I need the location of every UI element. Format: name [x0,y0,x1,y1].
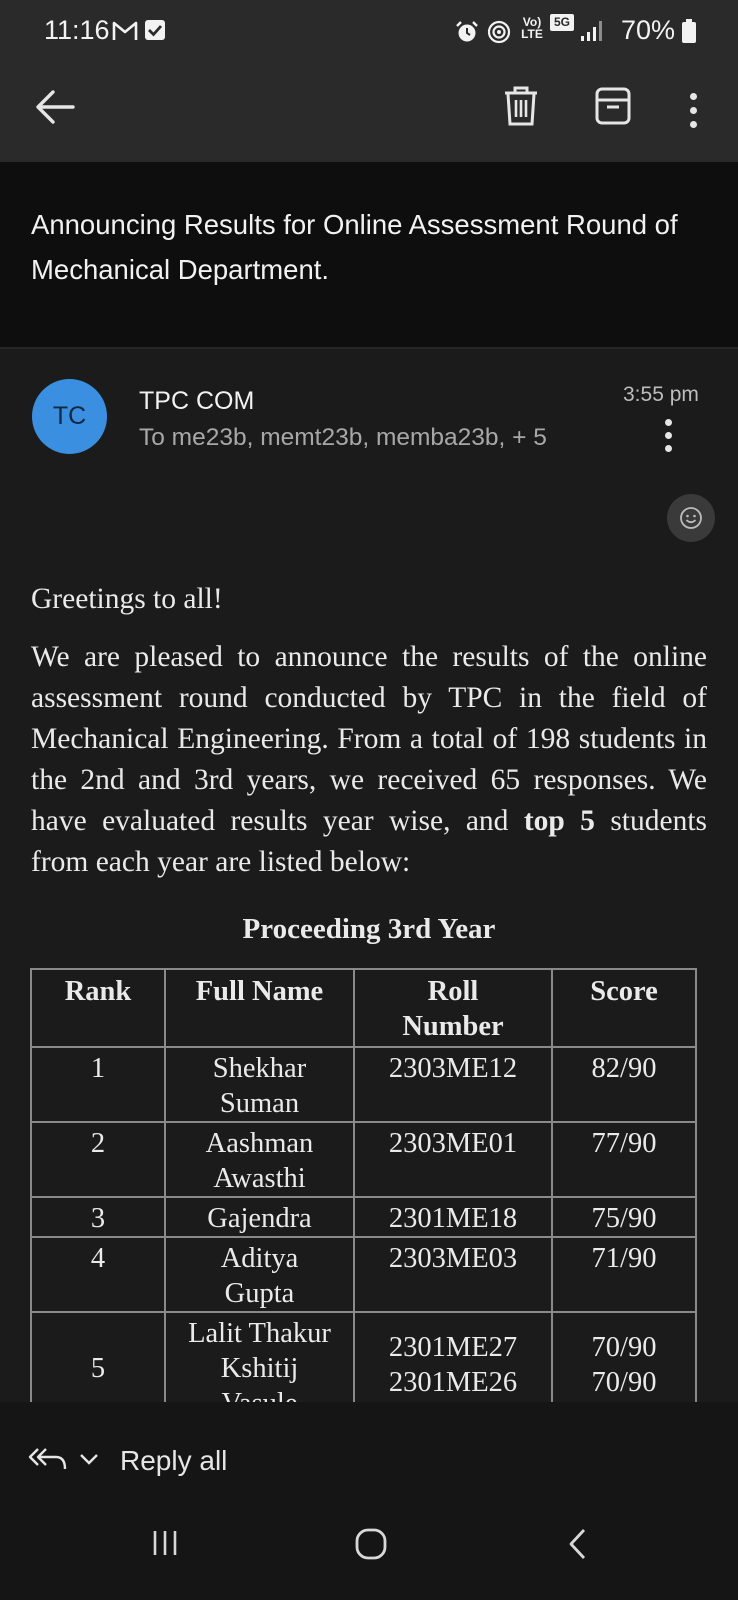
reply-all-label: Reply all [120,1445,228,1476]
cell-name: Kshitij Vasule [220,1353,299,1402]
hotspot-icon [487,20,511,44]
alarm-icon [456,21,478,42]
table-row: 1 Shekhar Suman 2303ME12 82/90 [30,1046,697,1123]
header-score: Score [551,968,697,1048]
table-row: 4 Aditya Gupta 2303ME03 71/90 [30,1236,697,1313]
table-row: 2 Aashman Awasthi 2303ME01 77/90 [30,1121,697,1198]
results-table-viewport: Rank Full Name Roll Number Score 1 Shekh… [0,968,738,1402]
message-options-icon[interactable] [665,419,673,458]
signal-icon [581,21,602,41]
results-table: Rank Full Name Roll Number Score 1 Shekh… [30,968,697,1402]
divider [0,347,738,349]
cell-score: 82/90 [551,1046,697,1123]
chevron-down-icon[interactable] [78,1451,100,1467]
table-row: 5 Lalit Thakur Kshitij Vasule 2301ME27 2… [30,1311,697,1402]
system-nav-bar [0,1505,738,1600]
home-icon[interactable] [354,1527,388,1561]
cell-name: Gajendra [164,1196,355,1238]
sender-avatar[interactable]: TC [32,379,107,454]
cell-score: 70/90 [591,1367,657,1398]
cell-roll: 2301ME26 [388,1367,518,1398]
email-toolbar [0,62,738,162]
table-header-row: Rank Full Name Roll Number Score [30,968,697,1048]
table-title: Proceeding 3rd Year [242,913,496,945]
volte-icon: Vo) LTE [521,15,543,41]
paragraph-bold: top 5 [523,805,595,837]
cell-roll-group: 2301ME27 2301ME26 [353,1311,553,1402]
cell-score: 71/90 [551,1236,697,1313]
header-roll: Roll Number [353,968,553,1048]
add-reaction-button[interactable] [667,494,715,542]
battery-icon [682,19,696,43]
cell-score-group: 70/90 70/90 [551,1311,697,1402]
nav-back-icon[interactable] [566,1527,590,1561]
cell-score: 75/90 [551,1196,697,1238]
back-arrow-icon[interactable] [33,87,77,127]
cell-roll: 2301ME18 [353,1196,553,1238]
subject-area: Announcing Results for Online Assessment… [0,162,738,347]
status-bar: 11:16 Vo) LTE 5G 70% [0,0,738,62]
announcement-paragraph: We are pleased to announce the results o… [31,637,707,883]
battery-percentage: 70% [621,15,676,45]
delete-icon[interactable] [503,85,539,127]
cell-name: Aditya Gupta [164,1236,355,1313]
gmail-icon [112,21,138,40]
bottom-area: Reply all [0,1402,738,1600]
cell-rank: 4 [30,1236,166,1313]
cell-roll: 2303ME12 [353,1046,553,1123]
reply-all-icon [28,1448,67,1470]
cell-rank: 3 [30,1196,166,1238]
sender-name[interactable]: TPC COM [139,387,254,416]
cell-rank: 1 [30,1046,166,1123]
cell-roll: 2303ME01 [353,1121,553,1198]
cell-rank: 5 [30,1311,166,1402]
recipients-line[interactable]: To me23b, memt23b, memba23b, + 5 [139,424,547,452]
greeting: Greetings to all! [31,583,223,615]
email-body: Greetings to all! We are pleased to anno… [31,575,707,883]
cell-rank: 2 [30,1121,166,1198]
archive-icon[interactable] [595,86,631,126]
email-subject: Announcing Results for Online Assessment… [31,209,678,285]
cell-name: Shekhar Suman [164,1046,355,1123]
header-name: Full Name [164,968,355,1048]
cell-roll: 2303ME03 [353,1236,553,1313]
cell-name-group: Lalit Thakur Kshitij Vasule [164,1311,355,1402]
cell-roll: 2301ME27 [388,1332,518,1363]
5g-icon: 5G [550,14,574,31]
cell-name: Lalit Thakur [188,1318,331,1349]
status-time: 11:16 [44,15,110,45]
table-row: 3 Gajendra 2301ME18 75/90 [30,1196,697,1238]
received-time: 3:55 pm [623,383,699,406]
paragraph-text: We are pleased to announce the results o… [31,641,707,837]
more-options-icon[interactable] [690,93,698,128]
checkbox-icon [145,20,165,40]
cell-score: 77/90 [551,1121,697,1198]
header-rank: Rank [30,968,166,1048]
recent-apps-icon[interactable] [150,1528,180,1558]
smiley-icon [680,507,702,529]
cell-score: 70/90 [591,1332,657,1363]
cell-name: Aashman Awasthi [164,1121,355,1198]
